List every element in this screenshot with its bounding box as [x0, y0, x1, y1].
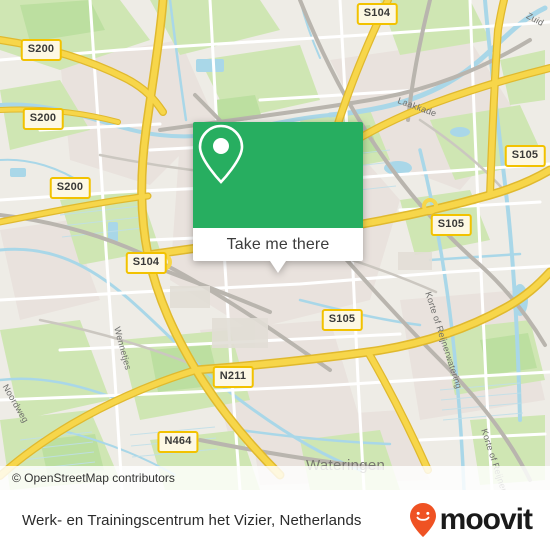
place-title: Werk- en Trainingscentrum het Vizier, Ne…: [22, 511, 362, 529]
road-shield: S200: [20, 39, 62, 61]
road-shield: S200: [49, 177, 91, 199]
road-shield: S105: [321, 309, 363, 331]
road-shield: N211: [212, 366, 254, 388]
moovit-logo[interactable]: moovit: [408, 502, 533, 538]
road-shield: S104: [356, 3, 398, 25]
road-shield: S200: [22, 108, 64, 130]
footer-bar: Werk- en Trainingscentrum het Vizier, Ne…: [0, 490, 550, 550]
road-shield: S105: [504, 145, 546, 167]
map-attribution-bar: © OpenStreetMap contributors: [0, 466, 550, 490]
map-canvas[interactable]: S200 S200 S200 S104 S104 S105 S105 S105 …: [0, 0, 550, 490]
take-me-there-callout[interactable]: Take me there: [193, 122, 363, 273]
callout-action-label: Take me there: [226, 235, 330, 253]
osm-attribution-text[interactable]: © OpenStreetMap contributors: [12, 471, 175, 485]
road-shield: S105: [430, 214, 472, 236]
map-pin-icon: [198, 124, 244, 184]
moovit-pin-smiley-icon: [409, 503, 436, 537]
road-shield: N464: [157, 431, 199, 453]
map-result-page: S200 S200 S200 S104 S104 S105 S105 S105 …: [0, 0, 550, 550]
callout-pointer: [270, 261, 286, 273]
callout-action[interactable]: Take me there: [193, 228, 363, 261]
moovit-wordmark: moovit: [439, 503, 533, 536]
callout-header: [193, 122, 363, 228]
road-shield: S104: [125, 252, 167, 274]
